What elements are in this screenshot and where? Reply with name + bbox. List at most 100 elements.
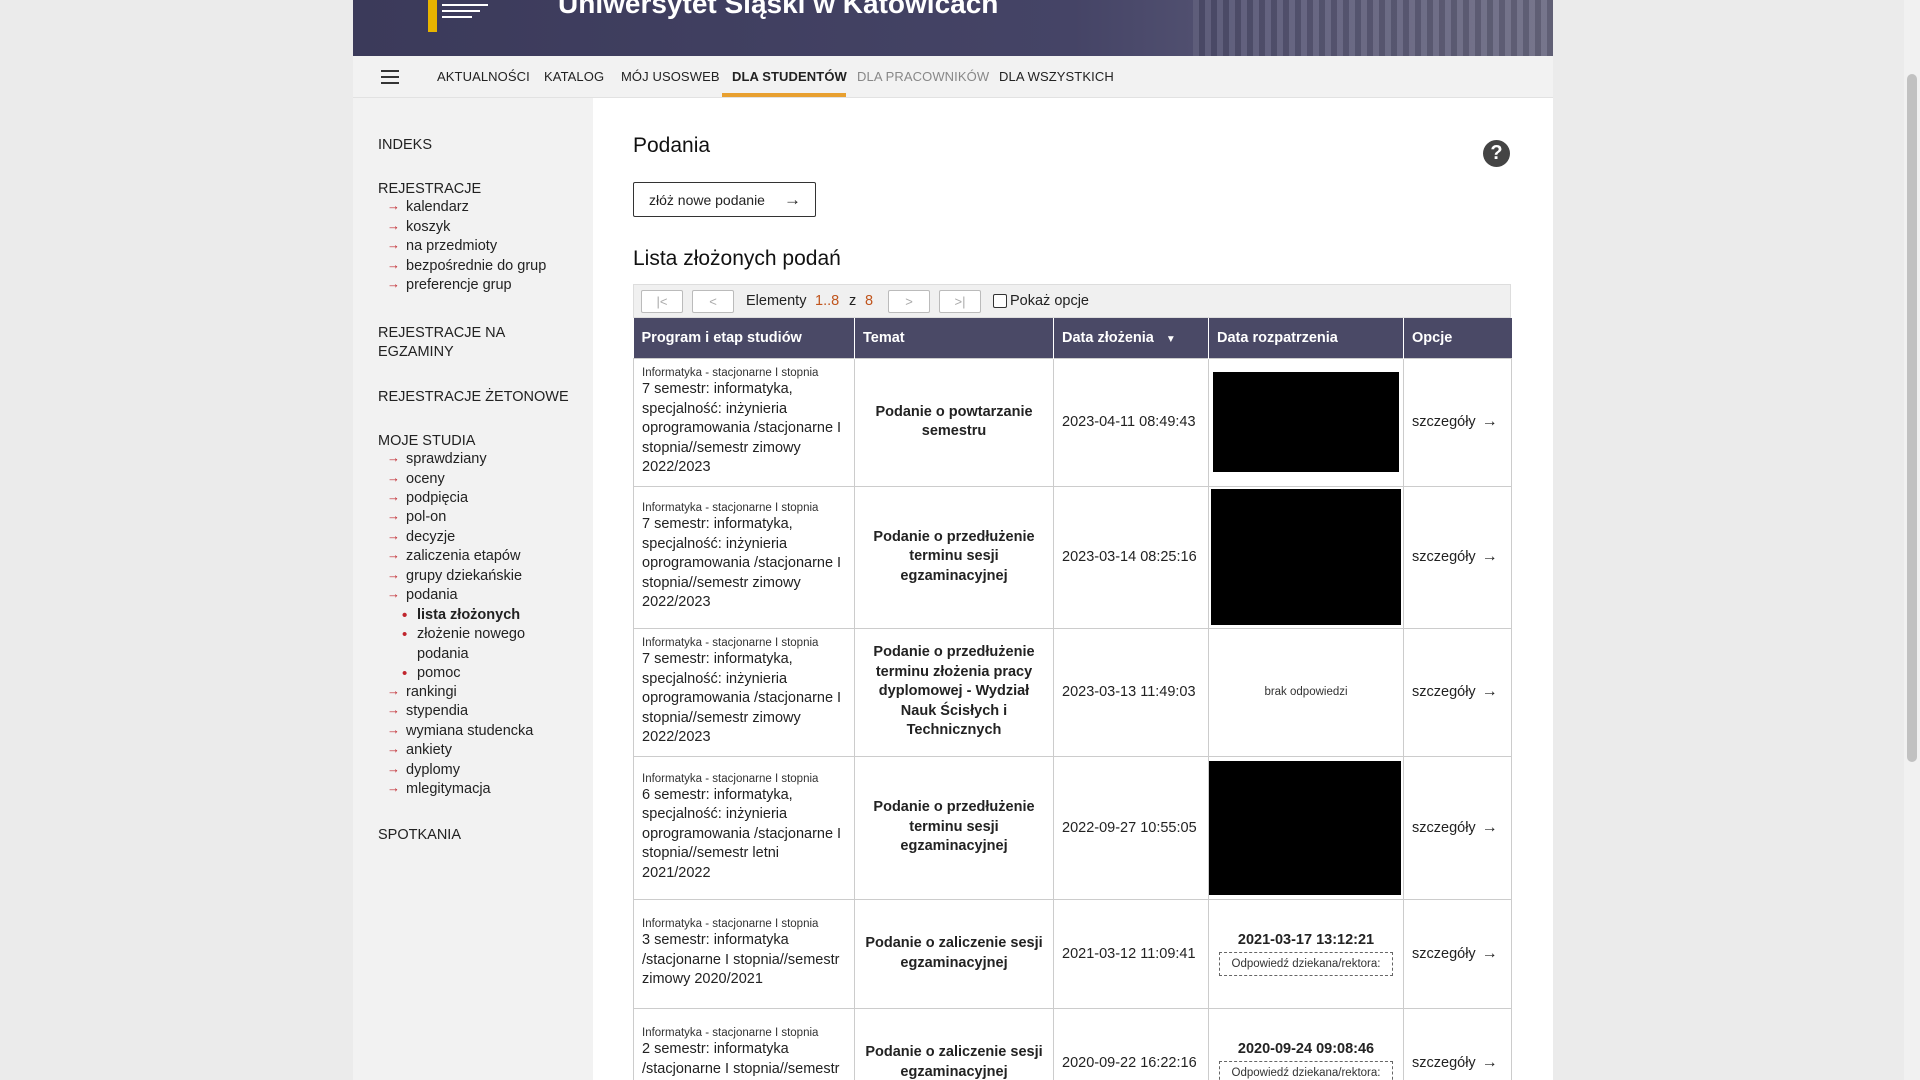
row-submitted-date: 2023-04-11 08:49:43	[1062, 414, 1196, 430]
row-topic: Podanie o powtarzanie semestru	[875, 403, 1033, 440]
sidebar-item-podania[interactable]: podania	[387, 586, 457, 603]
sidebar-item-kalendarz[interactable]: kalendarz	[387, 198, 469, 215]
row-program-small: Informatyka - stacjonarne I stopnia	[642, 1027, 819, 1040]
sidebar-item-pol-on[interactable]: pol-on	[387, 508, 446, 525]
list-title: Lista złożonych podań	[633, 247, 841, 270]
next-page-icon[interactable]: >	[888, 290, 930, 313]
sidebar-item-mlegitymacja[interactable]: mlegitymacja	[387, 780, 491, 797]
redacted-box	[1213, 372, 1399, 472]
help-icon[interactable]: ?	[1483, 140, 1510, 167]
details-link[interactable]: szczegóły →	[1412, 819, 1503, 837]
details-link[interactable]: szczegóły →	[1412, 1054, 1503, 1072]
col-header-submitted[interactable]: Data złożenia ▼	[1053, 318, 1209, 358]
table-row: Informatyka - stacjonarne I stopnia 7 se…	[633, 357, 1512, 487]
sidebar: INDEKS REJESTRACJE kalendarz koszyk na p…	[353, 98, 593, 1080]
details-label: szczegóły	[1412, 414, 1476, 430]
pager-range: 1..8	[815, 293, 840, 309]
arrow-right-icon: →	[784, 190, 801, 209]
show-options-checkbox[interactable]	[993, 294, 1007, 308]
nav-moj-usosweb[interactable]: MÓJ USOSWEB	[621, 69, 720, 84]
nav-dla-studentow[interactable]: DLA STUDENTÓW	[732, 69, 847, 84]
sort-desc-icon: ▼	[1165, 333, 1176, 345]
decision-note[interactable]: Odpowiedź dziekana/rektora:	[1219, 951, 1393, 976]
decision-note[interactable]: Odpowiedź dziekana/rektora:	[1219, 1060, 1393, 1080]
row-topic: Podanie o przedłużenie terminu sesji egz…	[873, 799, 1035, 855]
sidebar-moje-studia[interactable]: MOJE STUDIA	[378, 432, 475, 451]
sidebar-item-podpiecia[interactable]: podpięcia	[387, 489, 468, 506]
row-decision-date: 2020-09-24 09:08:46	[1237, 1040, 1375, 1057]
row-program-small: Informatyka - stacjonarne I stopnia	[642, 918, 819, 931]
col-header-program: Program i etap studiów	[633, 318, 855, 358]
row-program-small: Informatyka - stacjonarne I stopnia	[642, 367, 819, 380]
sidebar-item-lista-zlozonych[interactable]: lista złożonych	[402, 606, 520, 626]
nav-katalog[interactable]: KATALOG	[544, 69, 604, 84]
row-submitted-date: 2023-03-14 08:25:16	[1062, 549, 1197, 565]
row-program-main: 6 semestr: informatyka, specjalność: inż…	[642, 786, 842, 881]
nav-aktualnosci[interactable]: AKTUALNOŚCI	[437, 69, 530, 84]
hamburger-icon[interactable]	[381, 70, 399, 84]
show-options-label[interactable]: Pokaż opcje	[1010, 293, 1089, 309]
row-topic: Podanie o zaliczenie sesji egzaminacyjne…	[865, 935, 1043, 971]
sidebar-item-rankingi[interactable]: rankingi	[387, 683, 457, 700]
sidebar-item-zlozenie-nowego-podania[interactable]: złożenie nowego podania	[402, 625, 525, 664]
details-link[interactable]: szczegóły →	[1412, 413, 1503, 431]
table-row: Informatyka - stacjonarne I stopnia 2 se…	[633, 1007, 1512, 1080]
details-link[interactable]: szczegóły →	[1412, 945, 1503, 963]
col-header-decision: Data rozpatrzenia	[1208, 318, 1404, 358]
details-label: szczegóły	[1412, 945, 1476, 962]
sidebar-indeks[interactable]: INDEKS	[378, 136, 432, 155]
sidebar-rejestracje[interactable]: REJESTRACJE	[378, 180, 481, 199]
sidebar-item-pomoc[interactable]: pomoc	[402, 664, 460, 684]
university-logo	[428, 0, 498, 34]
sidebar-rejestracje-egzaminy-line2: EGZAMINY	[378, 344, 454, 360]
sidebar-rejestracje-egzaminy-line1: REJESTRACJE NA	[378, 325, 506, 341]
table-header-row: Program i etap studiów Temat Data złożen…	[633, 318, 1512, 358]
table-row: Informatyka - stacjonarne I stopnia 7 se…	[633, 485, 1512, 629]
sidebar-item-bezposrednie-do-grup[interactable]: bezpośrednie do grup	[387, 257, 546, 274]
university-title: Uniwersytet Śląski w Katowicach	[558, 0, 999, 19]
sidebar-item-dyplomy[interactable]: dyplomy	[387, 761, 460, 778]
arrow-right-icon: →	[1481, 413, 1498, 430]
row-decision-date: 2021-03-17 13:12:21	[1237, 931, 1375, 948]
sidebar-item-preferencje-grup[interactable]: preferencje grup	[387, 276, 512, 293]
row-submitted-date: 2022-09-27 10:55:05	[1062, 819, 1197, 836]
sidebar-rejestracje-zetonowe[interactable]: REJESTRACJE ŻETONOWE	[378, 388, 569, 407]
row-program-small: Informatyka - stacjonarne I stopnia	[642, 502, 819, 515]
details-link[interactable]: szczegóły →	[1412, 683, 1503, 701]
page-title: Podania	[633, 134, 711, 157]
sidebar-item-sprawdziany[interactable]: sprawdziany	[387, 450, 486, 467]
details-label: szczegóły	[1412, 549, 1476, 565]
col-header-topic: Temat	[854, 318, 1054, 358]
nav-active-indicator	[722, 93, 846, 97]
table-row: Informatyka - stacjonarne I stopnia 3 se…	[633, 898, 1512, 1009]
row-submitted-date: 2023-03-13 11:49:03	[1062, 684, 1196, 700]
sidebar-rejestracje-egzaminy[interactable]: REJESTRACJE NA EGZAMINY	[378, 324, 505, 362]
new-request-button[interactable]: złóż nowe podanie →	[633, 182, 816, 217]
row-submitted-date: 2020-09-22 16:22:16	[1062, 1054, 1197, 1071]
new-request-button-label: złóż nowe podanie	[649, 191, 765, 208]
row-program-small: Informatyka - stacjonarne I stopnia	[642, 637, 819, 650]
arrow-right-icon: →	[1481, 944, 1498, 962]
sidebar-item-wymiana-studencka[interactable]: wymiana studencka	[387, 722, 533, 739]
sidebar-item-na-przedmioty[interactable]: na przedmioty	[387, 237, 497, 254]
sidebar-item-decyzje[interactable]: decyzje	[387, 528, 455, 545]
col-header-submitted-label: Data złożenia	[1062, 329, 1154, 346]
pager-of-label: z	[849, 293, 857, 309]
first-page-icon[interactable]: |<	[641, 290, 683, 313]
redacted-box	[1209, 760, 1401, 895]
sidebar-item-stypendia[interactable]: stypendia	[387, 702, 468, 719]
sidebar-item-oceny[interactable]: oceny	[387, 470, 445, 487]
scrollbar-thumb[interactable]	[1907, 74, 1917, 762]
sidebar-item-zaliczenia-etapow[interactable]: zaliczenia etapów	[387, 547, 521, 564]
sidebar-item-ankiety[interactable]: ankiety	[387, 741, 452, 758]
nav-dla-wszystkich[interactable]: DLA WSZYSTKICH	[999, 69, 1114, 84]
nav-dla-pracownikow[interactable]: DLA PRACOWNIKÓW	[857, 69, 989, 84]
last-page-icon[interactable]: >|	[939, 290, 981, 313]
sidebar-item-grupy-dziekanskie[interactable]: grupy dziekańskie	[387, 567, 522, 584]
details-link[interactable]: szczegóły →	[1412, 548, 1503, 566]
sidebar-item-koszyk[interactable]: koszyk	[387, 218, 450, 235]
row-program-main: 7 semestr: informatyka, specjalność: inż…	[642, 381, 842, 476]
sidebar-spotkania[interactable]: SPOTKANIA	[378, 826, 461, 845]
arrow-right-icon: →	[1481, 818, 1498, 836]
prev-page-icon[interactable]: <	[692, 290, 734, 313]
